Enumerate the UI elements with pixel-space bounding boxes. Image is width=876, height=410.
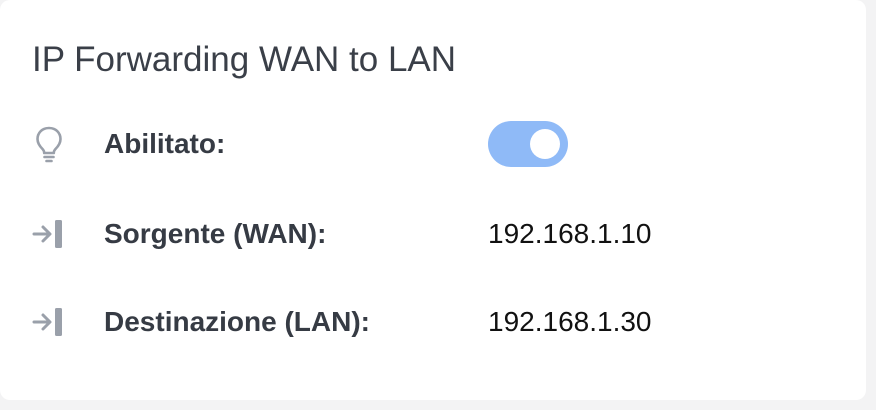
enabled-row: Abilitato: xyxy=(0,119,866,169)
enabled-label: Abilitato: xyxy=(104,128,226,159)
source-label: Sorgente (WAN): xyxy=(104,218,327,249)
source-ip-value: 192.168.1.10 xyxy=(488,218,652,249)
sign-in-icon xyxy=(32,214,66,254)
sign-in-icon xyxy=(32,302,66,342)
toggle-knob xyxy=(530,129,560,159)
lightbulb-icon xyxy=(32,124,66,164)
destination-label: Destinazione (LAN): xyxy=(104,306,370,337)
ip-forwarding-card: IP Forwarding WAN to LAN Abilitato: Sorg… xyxy=(0,0,866,400)
destination-ip-value: 192.168.1.30 xyxy=(488,306,652,337)
panel-title: IP Forwarding WAN to LAN xyxy=(32,40,457,79)
source-row: Sorgente (WAN): 192.168.1.10 xyxy=(0,209,866,259)
enabled-toggle[interactable] xyxy=(488,121,568,167)
destination-row: Destinazione (LAN): 192.168.1.30 xyxy=(0,297,866,347)
